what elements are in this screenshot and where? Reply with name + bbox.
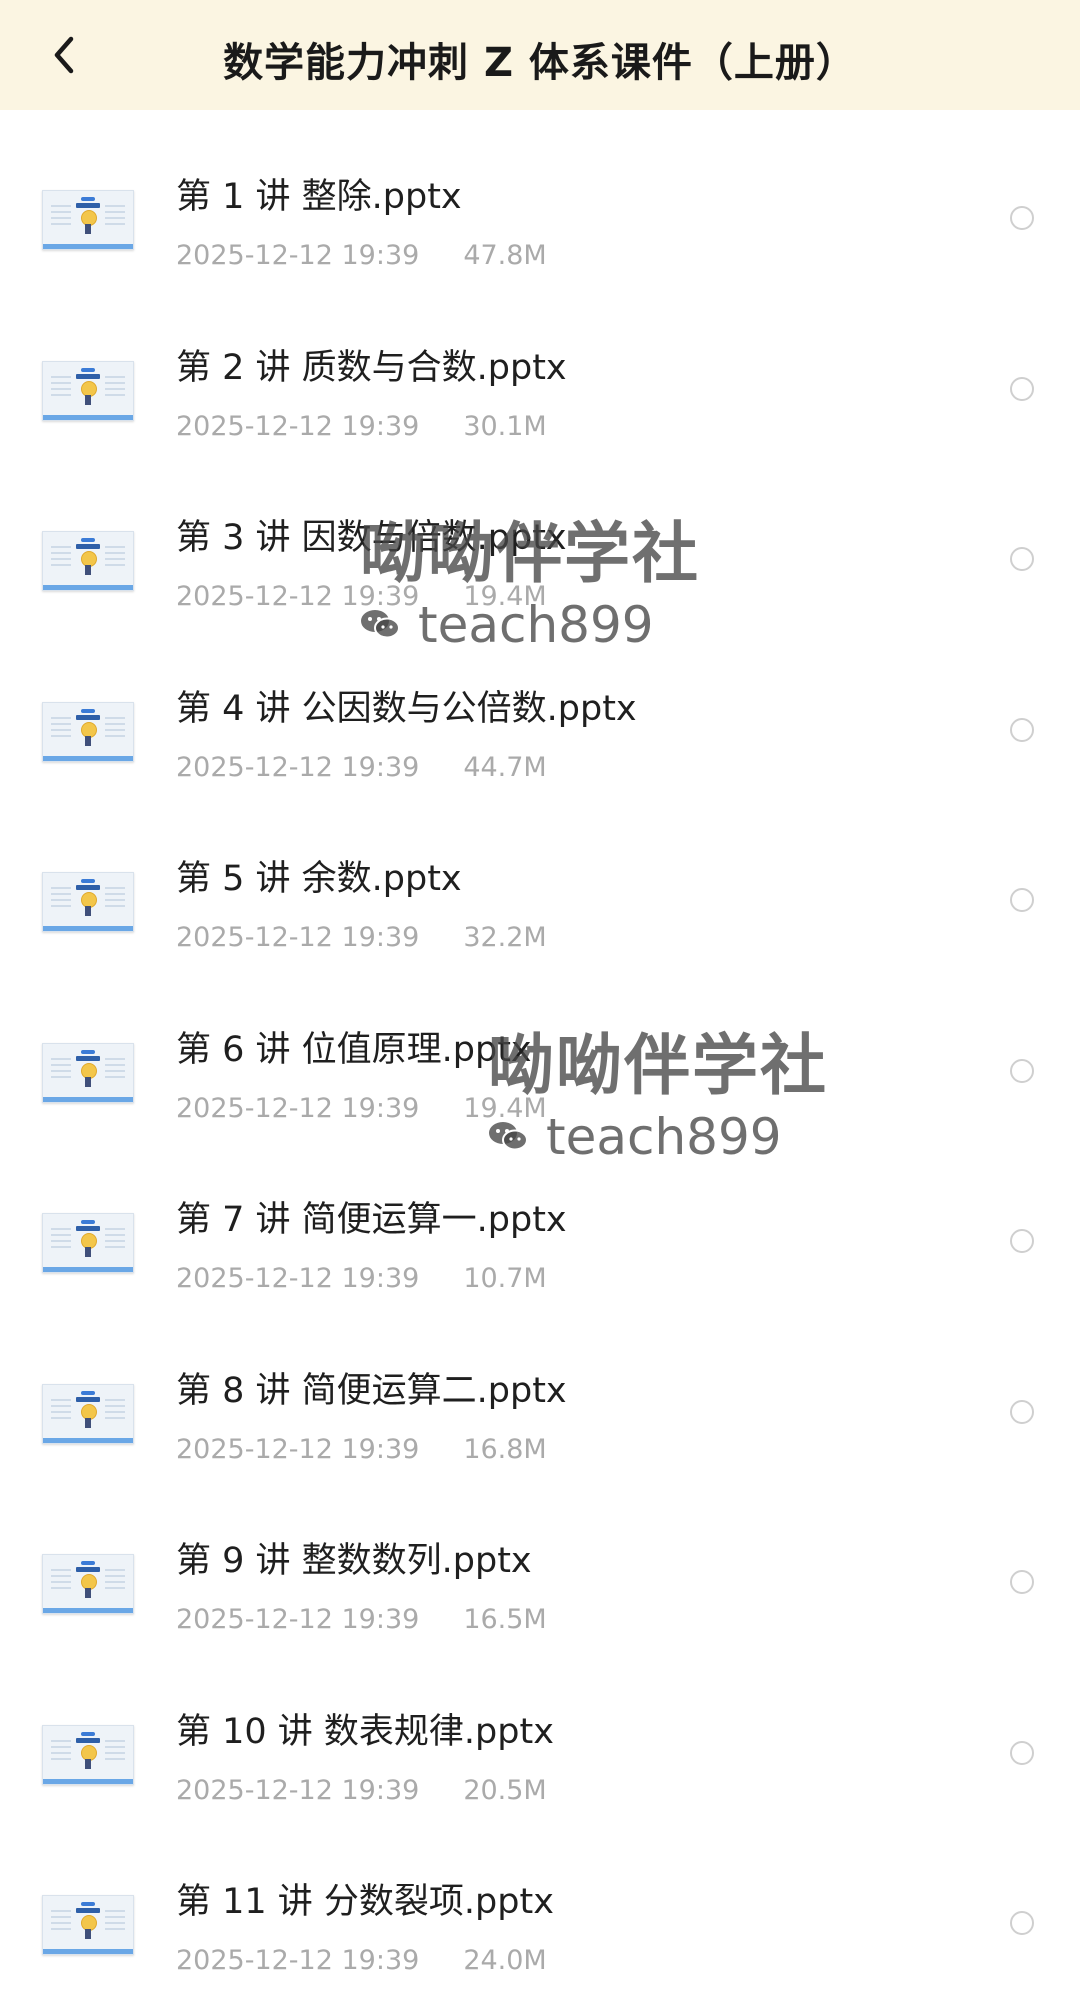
file-meta: 2025-12-12 19:39 24.0M <box>176 1945 547 1976</box>
file-row[interactable]: 第 1 讲 整除.pptx 2025-12-12 19:39 47.8M <box>0 110 1080 281</box>
pptx-thumbnail-icon <box>42 1213 134 1273</box>
file-size: 32.2M <box>463 922 547 953</box>
file-meta: 2025-12-12 19:39 16.8M <box>176 1434 547 1465</box>
select-radio[interactable] <box>1010 1058 1034 1083</box>
file-meta: 2025-12-12 19:39 32.2M <box>176 922 547 953</box>
file-date: 2025-12-12 19:39 <box>176 922 420 953</box>
file-name: 第 4 讲 公因数与公倍数.pptx <box>176 688 637 729</box>
select-radio[interactable] <box>1010 888 1034 912</box>
file-name: 第 5 讲 余数.pptx <box>176 859 462 899</box>
file-size: 24.0M <box>463 1945 547 1976</box>
file-size: 47.8M <box>463 240 547 271</box>
pptx-thumbnail-icon <box>42 1042 134 1103</box>
file-meta: 2025-12-12 19:39 16.5M <box>176 1604 547 1635</box>
pptx-thumbnail-icon <box>42 360 134 421</box>
file-name: 第 8 讲 简便运算二.pptx <box>176 1370 567 1411</box>
select-radio[interactable] <box>1010 1399 1034 1424</box>
file-name: 第 1 讲 整除.pptx <box>176 177 462 217</box>
file-row[interactable]: 第 8 讲 简便运算二.pptx 2025-12-12 19:39 16.8M <box>0 1304 1080 1475</box>
file-name: 第 2 讲 质数与合数.pptx <box>176 347 567 388</box>
file-meta: 2025-12-12 19:39 47.8M <box>176 240 547 271</box>
file-row[interactable]: 第 2 讲 质数与合数.pptx 2025-12-12 19:39 30.1M <box>0 281 1080 452</box>
file-meta: 2025-12-12 19:39 44.7M <box>176 752 547 783</box>
top-bar: 数学能力冲刺 Z 体系课件（上册） <box>0 0 1080 110</box>
select-radio[interactable] <box>1010 1911 1034 1935</box>
pptx-thumbnail-icon <box>42 531 134 591</box>
select-radio[interactable] <box>1010 206 1034 230</box>
pptx-thumbnail-icon <box>42 1724 134 1785</box>
file-date: 2025-12-12 19:39 <box>176 581 420 612</box>
pptx-thumbnail-icon <box>42 872 134 932</box>
file-date: 2025-12-12 19:39 <box>176 240 420 271</box>
file-name: 第 9 讲 整数数列.pptx <box>176 1541 532 1581</box>
file-meta: 2025-12-12 19:39 19.4M <box>176 1093 547 1124</box>
file-row[interactable]: 第 9 讲 整数数列.pptx 2025-12-12 19:39 16.5M <box>0 1474 1080 1645</box>
file-size: 44.7M <box>463 751 547 783</box>
file-date: 2025-12-12 19:39 <box>176 751 420 783</box>
file-row[interactable]: 第 7 讲 简便运算一.pptx 2025-12-12 19:39 10.7M <box>0 1133 1080 1304</box>
file-size: 16.8M <box>463 1433 547 1465</box>
file-meta: 2025-12-12 19:39 20.5M <box>176 1775 547 1806</box>
pptx-thumbnail-icon <box>42 701 134 762</box>
file-name: 第 10 讲 数表规律.pptx <box>176 1711 554 1752</box>
file-name: 第 6 讲 位值原理.pptx <box>176 1029 532 1070</box>
file-row[interactable]: 第 5 讲 余数.pptx 2025-12-12 19:39 32.2M <box>0 792 1080 963</box>
file-date: 2025-12-12 19:39 <box>176 1774 420 1806</box>
file-date: 2025-12-12 19:39 <box>176 1263 420 1294</box>
file-size: 19.4M <box>463 581 547 612</box>
select-radio[interactable] <box>1010 1229 1034 1253</box>
file-row[interactable]: 第 3 讲 因数与倍数.pptx 2025-12-12 19:39 19.4M <box>0 451 1080 622</box>
file-name: 第 11 讲 分数裂项.pptx <box>176 1882 554 1922</box>
file-date: 2025-12-12 19:39 <box>176 1604 420 1635</box>
select-radio[interactable] <box>1010 1570 1034 1594</box>
file-size: 16.5M <box>463 1604 547 1635</box>
file-size: 20.5M <box>463 1774 547 1806</box>
pptx-thumbnail-icon <box>42 1895 134 1955</box>
file-size: 10.7M <box>463 1263 547 1294</box>
file-row[interactable]: 第 10 讲 数表规律.pptx 2025-12-12 19:39 20.5M <box>0 1645 1080 1816</box>
file-date: 2025-12-12 19:39 <box>176 1945 420 1976</box>
file-row[interactable]: 第 11 讲 分数裂项.pptx 2025-12-12 19:39 24.0M <box>0 1815 1080 1986</box>
file-size: 19.4M <box>463 1092 547 1124</box>
page-title: 数学能力冲刺 Z 体系课件（上册） <box>223 40 857 86</box>
select-radio[interactable] <box>1010 1740 1034 1765</box>
pptx-thumbnail-icon <box>42 1383 134 1444</box>
select-radio[interactable] <box>1010 547 1034 571</box>
select-radio[interactable] <box>1010 376 1034 401</box>
file-date: 2025-12-12 19:39 <box>176 1092 420 1124</box>
file-date: 2025-12-12 19:39 <box>176 410 420 442</box>
file-meta: 2025-12-12 19:39 19.4M <box>176 581 547 612</box>
file-row[interactable]: 第 6 讲 位值原理.pptx 2025-12-12 19:39 19.4M <box>0 963 1080 1134</box>
file-size: 30.1M <box>463 410 547 442</box>
file-list: 第 1 讲 整除.pptx 2025-12-12 19:39 47.8M 第 2 … <box>0 110 1080 1986</box>
file-row[interactable]: 第 4 讲 公因数与公倍数.pptx 2025-12-12 19:39 44.7M <box>0 622 1080 793</box>
file-name: 第 7 讲 简便运算一.pptx <box>176 1200 567 1240</box>
file-meta: 2025-12-12 19:39 10.7M <box>176 1263 547 1294</box>
pptx-thumbnail-icon <box>42 190 134 250</box>
select-radio[interactable] <box>1010 717 1034 742</box>
pptx-thumbnail-icon <box>42 1554 134 1614</box>
file-date: 2025-12-12 19:39 <box>176 1433 420 1465</box>
file-meta: 2025-12-12 19:39 30.1M <box>176 411 547 442</box>
file-name: 第 3 讲 因数与倍数.pptx <box>176 518 567 558</box>
